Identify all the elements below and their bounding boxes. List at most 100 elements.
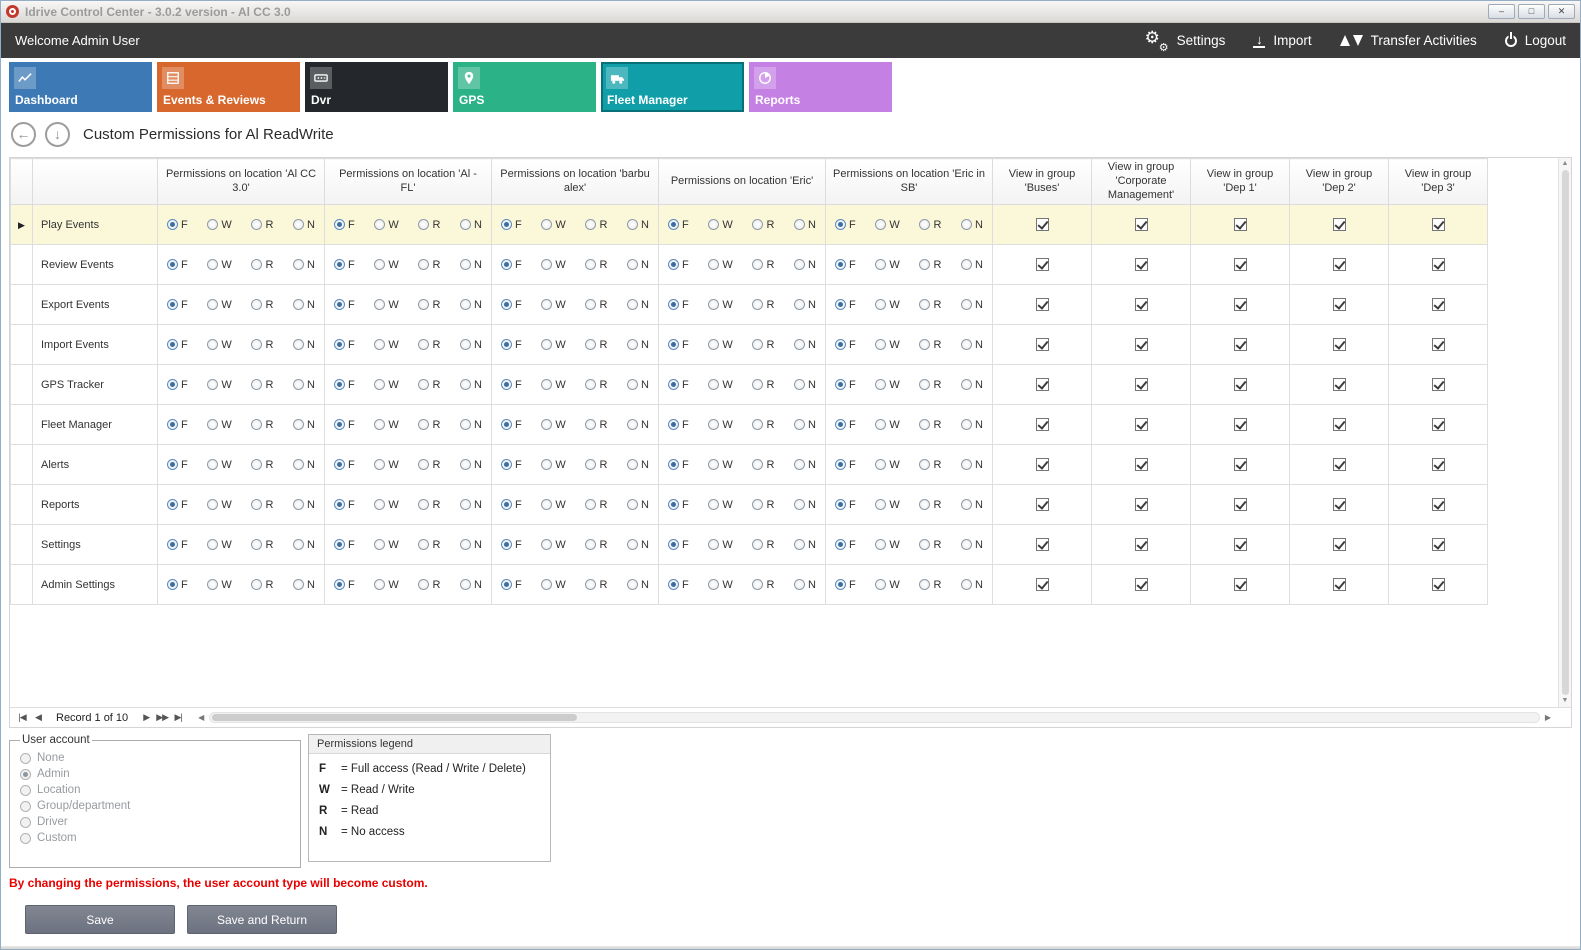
- radio-F[interactable]: [835, 539, 846, 550]
- radio-option-N[interactable]: N: [794, 419, 816, 431]
- radio-W[interactable]: [207, 499, 218, 510]
- radio-R[interactable]: [919, 539, 930, 550]
- row-label[interactable]: Reports: [33, 485, 158, 525]
- user-account-option-group-department[interactable]: Group/department: [20, 800, 290, 812]
- radio-F[interactable]: [835, 419, 846, 430]
- view-in-group-checkbox[interactable]: [1135, 298, 1148, 311]
- radio-option-W[interactable]: W: [207, 539, 231, 551]
- radio-F[interactable]: [668, 299, 679, 310]
- radio-option-N[interactable]: N: [460, 379, 482, 391]
- view-in-group-checkbox[interactable]: [1036, 418, 1049, 431]
- back-button[interactable]: ←: [11, 122, 36, 147]
- radio-R[interactable]: [752, 219, 763, 230]
- radio-W[interactable]: [875, 459, 886, 470]
- radio-R[interactable]: [418, 299, 429, 310]
- radio-F[interactable]: [501, 339, 512, 350]
- radio-N[interactable]: [293, 419, 304, 430]
- column-header-location[interactable]: Permissions on location 'barbu alex': [492, 159, 659, 205]
- radio-option-N[interactable]: N: [794, 539, 816, 551]
- radio-option-W[interactable]: W: [875, 379, 899, 391]
- radio-R[interactable]: [418, 499, 429, 510]
- view-in-group-checkbox[interactable]: [1432, 578, 1445, 591]
- radio-N[interactable]: [961, 539, 972, 550]
- view-in-group-checkbox[interactable]: [1036, 578, 1049, 591]
- radio-W[interactable]: [374, 539, 385, 550]
- radio-option-N[interactable]: N: [794, 379, 816, 391]
- radio-option-W[interactable]: W: [708, 219, 732, 231]
- radio-F[interactable]: [334, 259, 345, 270]
- radio-option-N[interactable]: N: [627, 539, 649, 551]
- radio-W[interactable]: [708, 379, 719, 390]
- radio-N[interactable]: [627, 499, 638, 510]
- radio-option-F[interactable]: F: [334, 459, 355, 471]
- radio-option-W[interactable]: W: [708, 259, 732, 271]
- radio-option-R[interactable]: R: [919, 379, 941, 391]
- radio-N[interactable]: [293, 539, 304, 550]
- radio-option-F[interactable]: F: [501, 339, 522, 351]
- radio-W[interactable]: [541, 299, 552, 310]
- radio-N[interactable]: [627, 579, 638, 590]
- radio-option-R[interactable]: R: [919, 299, 941, 311]
- radio-R[interactable]: [585, 259, 596, 270]
- radio-option-N[interactable]: N: [627, 579, 649, 591]
- radio-W[interactable]: [207, 539, 218, 550]
- radio-option-W[interactable]: W: [875, 219, 899, 231]
- radio-option-N[interactable]: N: [627, 259, 649, 271]
- radio-W[interactable]: [541, 459, 552, 470]
- radio-option-W[interactable]: W: [374, 339, 398, 351]
- radio-option-N[interactable]: N: [961, 579, 983, 591]
- view-in-group-checkbox[interactable]: [1135, 578, 1148, 591]
- radio-F[interactable]: [668, 499, 679, 510]
- radio-option-R[interactable]: R: [752, 419, 774, 431]
- column-header-group[interactable]: View in group 'Dep 2': [1290, 159, 1389, 205]
- last-record-button[interactable]: ▶|: [170, 712, 186, 723]
- radio-option-R[interactable]: R: [251, 419, 273, 431]
- radio-option-N[interactable]: N: [293, 259, 315, 271]
- radio-W[interactable]: [541, 219, 552, 230]
- vertical-scrollbar[interactable]: ▲ ▼: [1558, 158, 1571, 707]
- radio-W[interactable]: [708, 579, 719, 590]
- radio-W[interactable]: [207, 299, 218, 310]
- save-button[interactable]: Save: [25, 905, 175, 934]
- radio-N[interactable]: [627, 539, 638, 550]
- user-account-option-location[interactable]: Location: [20, 784, 290, 796]
- radio-F[interactable]: [501, 259, 512, 270]
- radio-N[interactable]: [460, 299, 471, 310]
- radio-option-W[interactable]: W: [207, 579, 231, 591]
- radio-option-R[interactable]: R: [585, 379, 607, 391]
- radio-option-F[interactable]: F: [334, 219, 355, 231]
- radio-option-F[interactable]: F: [835, 459, 856, 471]
- view-in-group-checkbox[interactable]: [1333, 378, 1346, 391]
- radio-option-R[interactable]: R: [752, 539, 774, 551]
- radio-option-R[interactable]: R: [752, 219, 774, 231]
- radio-R[interactable]: [585, 499, 596, 510]
- radio-option-W[interactable]: W: [541, 339, 565, 351]
- radio-option-F[interactable]: F: [167, 459, 188, 471]
- radio-R[interactable]: [418, 419, 429, 430]
- view-in-group-checkbox[interactable]: [1234, 578, 1247, 591]
- view-in-group-checkbox[interactable]: [1234, 458, 1247, 471]
- radio-option-W[interactable]: W: [207, 339, 231, 351]
- radio-N[interactable]: [627, 379, 638, 390]
- radio-N[interactable]: [961, 339, 972, 350]
- radio-W[interactable]: [541, 539, 552, 550]
- radio-W[interactable]: [541, 499, 552, 510]
- radio-option-N[interactable]: N: [961, 419, 983, 431]
- radio-option-R[interactable]: R: [919, 539, 941, 551]
- radio-N[interactable]: [627, 259, 638, 270]
- radio-R[interactable]: [418, 379, 429, 390]
- row-label[interactable]: Admin Settings: [33, 565, 158, 605]
- next-page-button[interactable]: ▶▶: [154, 712, 170, 723]
- radio-option-W[interactable]: W: [875, 299, 899, 311]
- radio-F[interactable]: [835, 379, 846, 390]
- radio-N[interactable]: [460, 499, 471, 510]
- radio-F[interactable]: [167, 419, 178, 430]
- radio-W[interactable]: [875, 299, 886, 310]
- view-in-group-checkbox[interactable]: [1432, 338, 1445, 351]
- radio-option-R[interactable]: R: [585, 299, 607, 311]
- radio-N[interactable]: [794, 539, 805, 550]
- radio-option-R[interactable]: R: [418, 539, 440, 551]
- radio-R[interactable]: [919, 499, 930, 510]
- radio-F[interactable]: [334, 579, 345, 590]
- radio-N[interactable]: [794, 499, 805, 510]
